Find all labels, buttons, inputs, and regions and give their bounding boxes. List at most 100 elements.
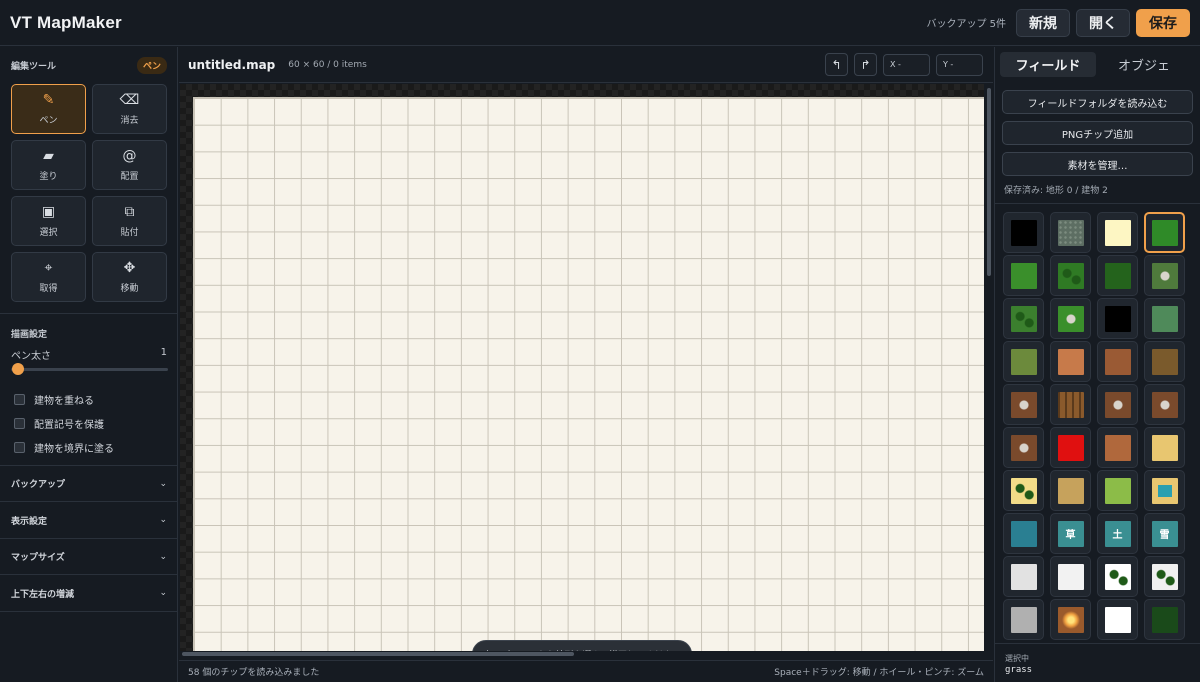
palette-chip[interactable] xyxy=(1003,298,1044,339)
left-sidebar: 編集ツール ペン ✎ ペン ⌫ 消去 ▰ 塗り @ 配置 ▣ 選択 ⧉ 貼付 ⌖ 取得 ✥ 移動 描画設定 ペ… xyxy=(0,47,178,682)
palette-chip[interactable] xyxy=(1144,384,1185,425)
palette-chip[interactable] xyxy=(1097,341,1138,382)
tab-field[interactable]: フィールド xyxy=(1000,52,1096,77)
chip-swatch xyxy=(1057,391,1084,418)
palette-chip[interactable] xyxy=(1050,212,1091,253)
pen-size-row: ペン太さ 1 xyxy=(11,347,167,362)
palette-chip[interactable] xyxy=(1144,599,1185,640)
open-button[interactable]: 開く xyxy=(1076,8,1130,37)
eraser-icon: ⌫ xyxy=(119,91,140,108)
chip-swatch xyxy=(1104,219,1131,246)
new-button[interactable]: 新規 xyxy=(1016,8,1070,37)
top-header: VT MapMaker バックアップ 5件 新規 開く 保存 xyxy=(0,0,1200,46)
palette-chip[interactable] xyxy=(1050,427,1091,468)
palette-chip[interactable] xyxy=(1003,255,1044,296)
chip-grid: 草土雪 xyxy=(1003,212,1193,640)
tab-object[interactable]: オブジェ xyxy=(1096,52,1192,77)
tool-erase[interactable]: ⌫ 消去 xyxy=(92,84,167,134)
paste-icon: ⧉ xyxy=(124,203,135,220)
palette-chip[interactable] xyxy=(1097,556,1138,597)
checkbox[interactable] xyxy=(14,394,25,405)
palette-chip[interactable] xyxy=(1144,341,1185,382)
chip-swatch xyxy=(1010,391,1037,418)
chip-swatch xyxy=(1104,477,1131,504)
palette-chip[interactable] xyxy=(1003,556,1044,597)
map-controls: ↰ ↱ X - Y - xyxy=(825,53,983,76)
accordion-item[interactable]: マップサイズ ⌄ xyxy=(0,539,178,575)
chip-swatch xyxy=(1057,606,1084,633)
palette-chip[interactable] xyxy=(1097,298,1138,339)
option-row[interactable]: 建物を重ねる xyxy=(14,392,94,407)
chip-swatch xyxy=(1151,219,1178,246)
palette-chip[interactable] xyxy=(1050,298,1091,339)
palette-chip[interactable] xyxy=(1050,556,1091,597)
tool-pick[interactable]: ⌖ 取得 xyxy=(11,252,86,302)
active-tool-badge: ペン xyxy=(136,57,167,74)
option-label: 配置記号を保護 xyxy=(34,420,104,431)
palette-chip[interactable] xyxy=(1050,341,1091,382)
tool-place[interactable]: @ 配置 xyxy=(92,140,167,190)
manage-assets-button[interactable]: 素材を管理… xyxy=(1002,152,1193,176)
palette-chip[interactable] xyxy=(1050,255,1091,296)
accordion-item[interactable]: 表示設定 ⌄ xyxy=(0,503,178,539)
status-message: 58 個のチップを読み込みました xyxy=(188,668,320,678)
tool-paste[interactable]: ⧉ 貼付 xyxy=(92,196,167,246)
palette-chip[interactable] xyxy=(1050,470,1091,511)
checkbox[interactable] xyxy=(14,418,25,429)
accordion-item[interactable]: 上下左右の増減 ⌄ xyxy=(0,576,178,612)
palette-chip[interactable] xyxy=(1144,255,1185,296)
tool-pen[interactable]: ✎ ペン xyxy=(11,84,86,134)
palette-chip[interactable] xyxy=(1097,470,1138,511)
palette-chip[interactable] xyxy=(1003,384,1044,425)
chip-swatch xyxy=(1010,520,1037,547)
palette-chip[interactable] xyxy=(1097,212,1138,253)
chip-swatch xyxy=(1010,606,1037,633)
palette-chip[interactable] xyxy=(1144,212,1185,253)
palette-chip[interactable] xyxy=(1050,384,1091,425)
pen-size-slider[interactable] xyxy=(11,363,168,375)
accordion-label: バックアップ xyxy=(11,480,66,490)
palette-chip[interactable]: 土 xyxy=(1097,513,1138,554)
palette-chip[interactable] xyxy=(1097,599,1138,640)
palette-chip[interactable]: 雪 xyxy=(1144,513,1185,554)
map-canvas[interactable]: 右のパレットから地形を選んで描画してください xyxy=(180,84,984,651)
vertical-scrollbar[interactable] xyxy=(987,88,991,276)
add-png-button[interactable]: PNGチップ追加 xyxy=(1002,121,1193,145)
palette-chip[interactable] xyxy=(1144,470,1185,511)
load-folder-button[interactable]: フィールドフォルダを読み込む xyxy=(1002,90,1193,114)
palette-chip[interactable] xyxy=(1144,556,1185,597)
redo-icon[interactable]: ↱ xyxy=(854,53,877,76)
palette-chip[interactable] xyxy=(1003,212,1044,253)
palette-chip[interactable] xyxy=(1097,255,1138,296)
save-button[interactable]: 保存 xyxy=(1136,8,1190,37)
pen-size-value: 1 xyxy=(160,347,167,358)
tool-move[interactable]: ✥ 移動 xyxy=(92,252,167,302)
palette-chip[interactable] xyxy=(1097,384,1138,425)
chip-swatch xyxy=(1151,477,1178,504)
palette-chip[interactable] xyxy=(1003,470,1044,511)
palette-chip[interactable]: 草 xyxy=(1050,513,1091,554)
map-grid[interactable] xyxy=(193,97,984,651)
accordion-item[interactable]: バックアップ ⌄ xyxy=(0,466,178,502)
tool-select[interactable]: ▣ 選択 xyxy=(11,196,86,246)
accordion-label: マップサイズ xyxy=(11,553,65,563)
checkbox[interactable] xyxy=(14,442,25,453)
palette-chip[interactable] xyxy=(1144,298,1185,339)
palette-chip[interactable] xyxy=(1003,341,1044,382)
palette-chip[interactable] xyxy=(1003,427,1044,468)
undo-icon[interactable]: ↰ xyxy=(825,53,848,76)
palette-tabs: フィールド オブジェ xyxy=(1000,52,1196,77)
horizontal-scrollbar[interactable] xyxy=(182,652,574,656)
tool-fill[interactable]: ▰ 塗り xyxy=(11,140,86,190)
option-row[interactable]: 建物を境界に塗る xyxy=(14,440,114,455)
palette-chip[interactable] xyxy=(1003,599,1044,640)
option-row[interactable]: 配置記号を保護 xyxy=(14,416,104,431)
chip-swatch xyxy=(1010,219,1037,246)
chip-swatch xyxy=(1151,606,1178,633)
chip-swatch xyxy=(1057,563,1084,590)
palette-chip[interactable] xyxy=(1050,599,1091,640)
slider-knob[interactable] xyxy=(12,363,24,375)
palette-chip[interactable] xyxy=(1097,427,1138,468)
palette-chip[interactable] xyxy=(1144,427,1185,468)
palette-chip[interactable] xyxy=(1003,513,1044,554)
